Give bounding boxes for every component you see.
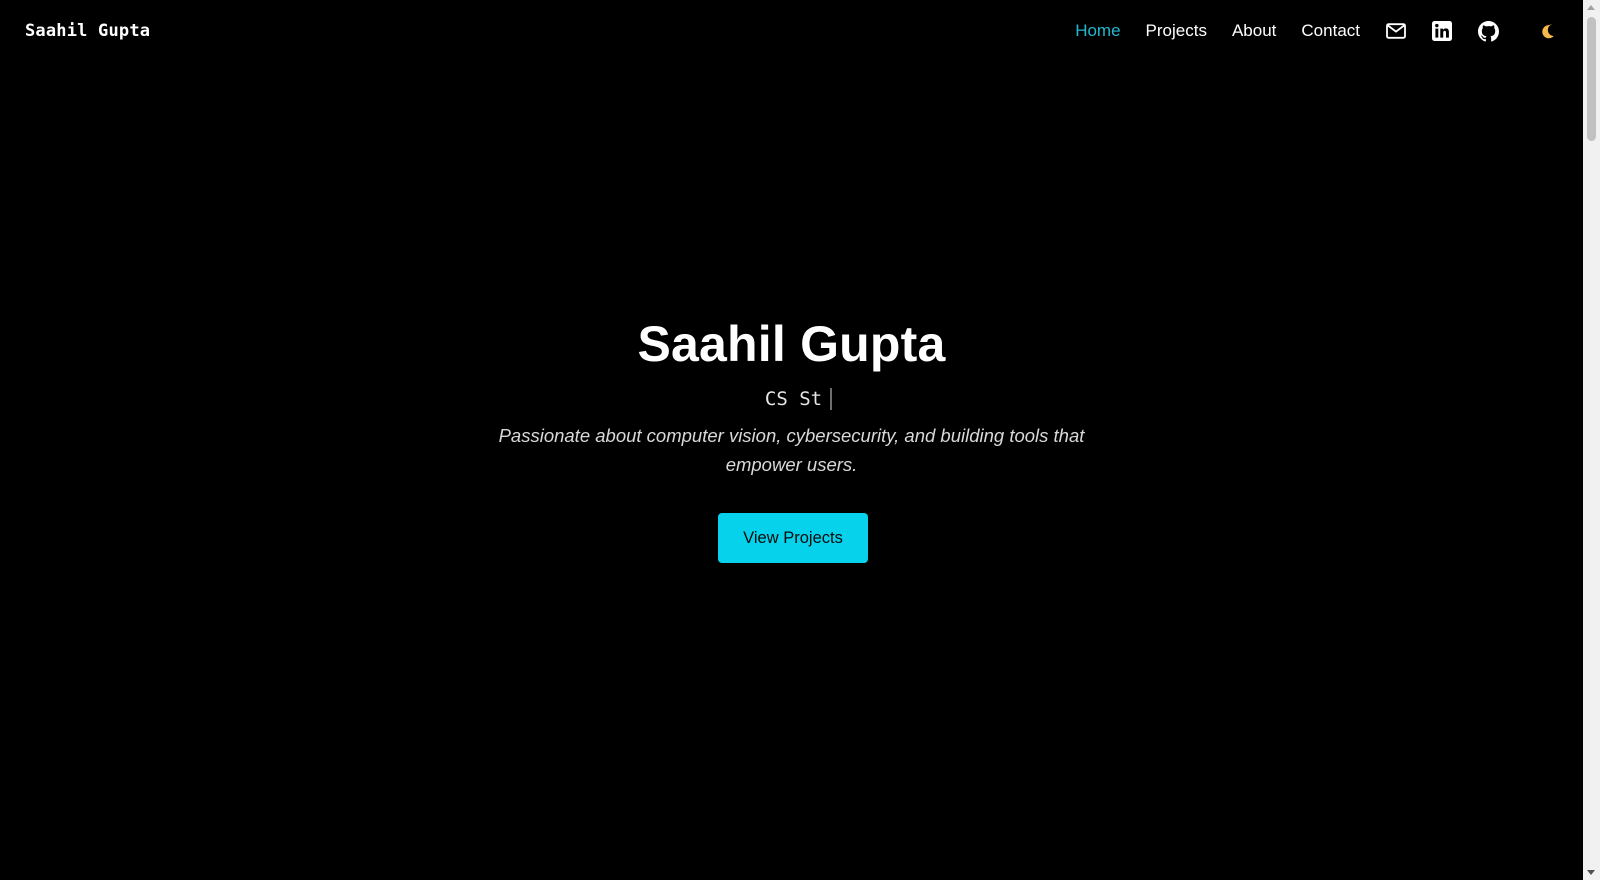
- hero-tagline: Passionate about computer vision, cybers…: [498, 425, 1085, 475]
- scroll-down-arrow-icon[interactable]: [1587, 870, 1595, 875]
- page-scrollbar[interactable]: [1583, 0, 1600, 880]
- hero-role-typed-text: CS St: [764, 388, 823, 410]
- hero-section: Saahil Gupta CS St Passionate about comp…: [0, 0, 1583, 880]
- scrollbar-thumb[interactable]: [1587, 17, 1596, 141]
- view-projects-button[interactable]: View Projects: [718, 513, 868, 563]
- typing-caret: [830, 388, 833, 410]
- hero-role-line: CS St: [0, 386, 1583, 412]
- hero-name: Saahil Gupta: [637, 316, 946, 372]
- scroll-up-arrow-icon[interactable]: [1587, 5, 1595, 10]
